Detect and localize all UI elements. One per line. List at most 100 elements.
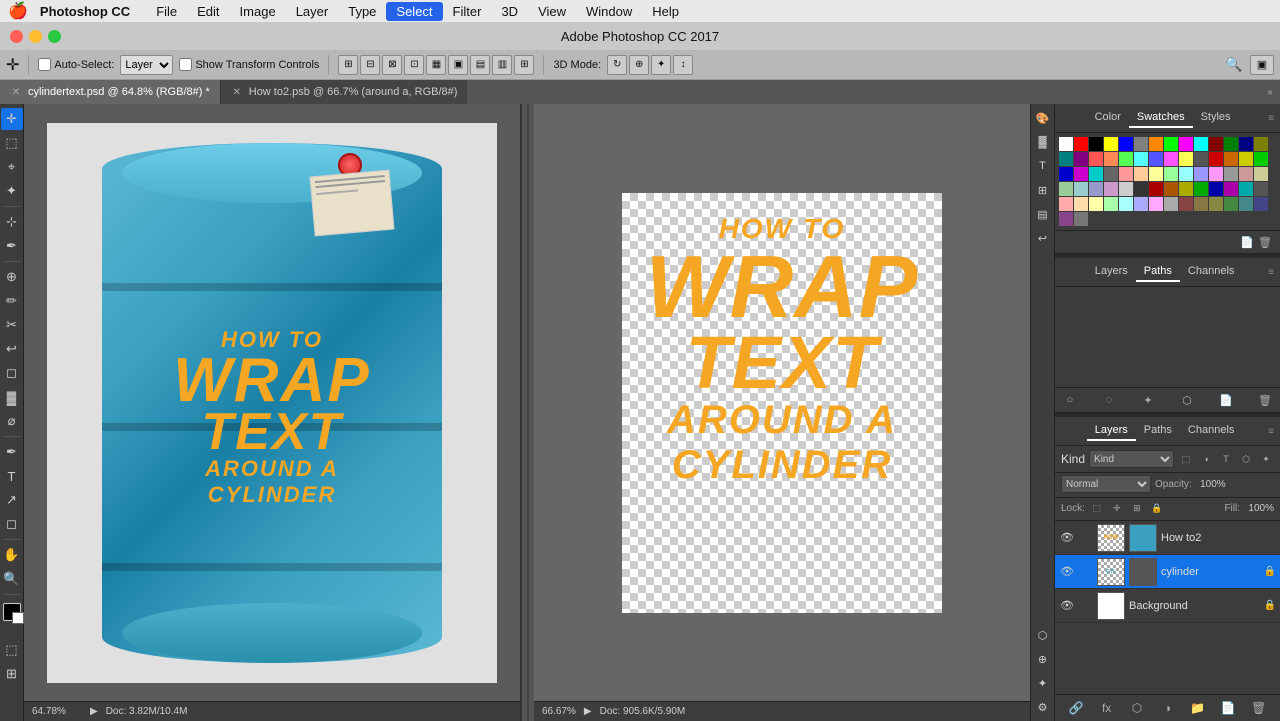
delete-layer-btn[interactable]: 🗑 xyxy=(1250,699,1268,717)
swatch-ff00ff[interactable] xyxy=(1179,137,1193,151)
path-selection-btn[interactable]: ✦ xyxy=(1139,391,1157,409)
menu-window[interactable]: Window xyxy=(576,2,642,21)
swatch-00cc00[interactable] xyxy=(1254,152,1268,166)
swatch-0000cc[interactable] xyxy=(1059,167,1073,181)
path-select-tool[interactable]: ↗ xyxy=(1,489,23,511)
menu-layer[interactable]: Layer xyxy=(286,2,339,21)
move-tool[interactable]: ✛ xyxy=(1,108,23,130)
canvas-left-arrow[interactable]: ▶ xyxy=(90,706,98,717)
paths-tab-layers[interactable]: Paths xyxy=(1136,421,1180,441)
layer-row-howto2[interactable]: 👁 HOW How to2 xyxy=(1055,521,1280,555)
menu-edit[interactable]: Edit xyxy=(187,2,229,21)
swatch-ffaaff[interactable] xyxy=(1149,197,1163,211)
layer-visibility-howto2[interactable]: 👁 xyxy=(1059,530,1075,546)
transform-controls-checkbox[interactable] xyxy=(179,58,192,71)
panel-history-icon[interactable]: ↩ xyxy=(1033,228,1053,248)
swatch-55ff55[interactable] xyxy=(1119,152,1133,166)
panel-color-icon[interactable]: 🎨 xyxy=(1033,108,1053,128)
swatch-aa0000[interactable] xyxy=(1149,182,1163,196)
gradient-tool[interactable]: ▓ xyxy=(1,386,23,408)
tab-cylindertext[interactable]: ✕ cylindertext.psd @ 64.8% (RGB/8#) * xyxy=(0,80,220,104)
swatch-cccc99[interactable] xyxy=(1254,167,1268,181)
menu-filter[interactable]: Filter xyxy=(443,2,492,21)
swatch-444488[interactable] xyxy=(1254,197,1268,211)
foreground-color[interactable] xyxy=(3,603,21,621)
layer-mask-btn[interactable]: ⬡ xyxy=(1128,699,1146,717)
channels-tab-paths[interactable]: Channels xyxy=(1180,262,1242,282)
swatch-884488[interactable] xyxy=(1059,212,1073,226)
distribute-h-btn[interactable]: ▤ xyxy=(470,55,490,75)
filter-smart-btn[interactable]: ✦ xyxy=(1258,451,1274,467)
panel-3d-icon[interactable]: ⬡ xyxy=(1033,625,1053,645)
swatch-ffff55[interactable] xyxy=(1179,152,1193,166)
3d-btn3[interactable]: ✦ xyxy=(651,55,671,75)
swatch-ff99ff[interactable] xyxy=(1209,167,1223,181)
swatch-ffffff[interactable] xyxy=(1059,137,1073,151)
lasso-tool[interactable]: ⌖ xyxy=(1,156,23,178)
swatch-9999ff[interactable] xyxy=(1194,167,1208,181)
swatch-9999cc[interactable] xyxy=(1089,182,1103,196)
swatches-tab[interactable]: Swatches xyxy=(1129,108,1193,128)
swatch-99ffff[interactable] xyxy=(1179,167,1193,181)
layers-tab-paths[interactable]: Layers xyxy=(1087,262,1136,282)
maximize-button[interactable] xyxy=(48,30,61,43)
swatch-000080[interactable] xyxy=(1239,137,1253,151)
swatch-99cccc[interactable] xyxy=(1074,182,1088,196)
new-path-btn[interactable]: 📄 xyxy=(1217,391,1235,409)
swatch-cc6600[interactable] xyxy=(1224,152,1238,166)
distribute-all-btn[interactable]: ⊞ xyxy=(514,55,534,75)
new-swatch-btn[interactable]: 📄 xyxy=(1238,233,1256,251)
lock-pos-btn[interactable]: ✛ xyxy=(1109,500,1125,516)
swatch-cc0000[interactable] xyxy=(1209,152,1223,166)
layer-row-background[interactable]: 👁 Background 🔒 xyxy=(1055,589,1280,623)
paths-tab[interactable]: Paths xyxy=(1136,262,1180,282)
panel-layers-icon[interactable]: ▤ xyxy=(1033,204,1053,224)
panel-cc-icon[interactable]: ✦ xyxy=(1033,673,1053,693)
swatch-777777[interactable] xyxy=(1074,212,1088,226)
swatch-999999[interactable] xyxy=(1224,167,1238,181)
menu-view[interactable]: View xyxy=(528,2,576,21)
swatch-887744[interactable] xyxy=(1194,197,1208,211)
hand-tool[interactable]: ✋ xyxy=(1,544,23,566)
align-middle-v-btn[interactable]: ▦ xyxy=(426,55,446,75)
layers-tab[interactable]: Layers xyxy=(1087,421,1136,441)
swatch-0000ff[interactable] xyxy=(1119,137,1133,151)
swatch-000000[interactable] xyxy=(1089,137,1103,151)
menu-help[interactable]: Help xyxy=(642,2,689,21)
link-layers-btn[interactable]: 🔗 xyxy=(1067,699,1085,717)
swatch-ffcc99[interactable] xyxy=(1134,167,1148,181)
menu-image[interactable]: Image xyxy=(230,2,286,21)
swatch-0000aa[interactable] xyxy=(1209,182,1223,196)
swatch-008080[interactable] xyxy=(1059,152,1073,166)
swatch-800000[interactable] xyxy=(1209,137,1223,151)
layers-expand-btn[interactable]: ≡ xyxy=(1268,426,1274,437)
swatch-448888[interactable] xyxy=(1239,197,1253,211)
delete-path-btn[interactable]: 🗑 xyxy=(1256,391,1274,409)
crop-tool[interactable]: ⊹ xyxy=(1,211,23,233)
distribute-v-btn[interactable]: ▥ xyxy=(492,55,512,75)
swatch-ffddaa[interactable] xyxy=(1074,197,1088,211)
panel-type-icon[interactable]: T xyxy=(1033,156,1053,176)
quick-select-tool[interactable]: ✦ xyxy=(1,180,23,202)
swatch-99ff99[interactable] xyxy=(1164,167,1178,181)
swatch-ff55ff[interactable] xyxy=(1164,152,1178,166)
spot-heal-tool[interactable]: ⊕ xyxy=(1,266,23,288)
eyedropper-tool[interactable]: ✒ xyxy=(1,235,23,257)
search-icon[interactable]: 🔍 xyxy=(1224,55,1244,75)
swatch-aa00aa[interactable] xyxy=(1224,182,1238,196)
swatch-cccccc[interactable] xyxy=(1119,182,1133,196)
panel-props-icon[interactable]: ⊕ xyxy=(1033,649,1053,669)
canvas-right-arrow[interactable]: ▶ xyxy=(584,706,592,717)
swatch-00cccc[interactable] xyxy=(1089,167,1103,181)
swatch-008000[interactable] xyxy=(1224,137,1238,151)
paths-expand-btn[interactable]: ≡ xyxy=(1268,267,1274,278)
align-left-btn[interactable]: ⊞ xyxy=(338,55,358,75)
swatch-00ff00[interactable] xyxy=(1164,137,1178,151)
text-tool[interactable]: T xyxy=(1,465,23,487)
layer-fx-btn[interactable]: fx xyxy=(1098,699,1116,717)
swatch-ffffaa[interactable] xyxy=(1089,197,1103,211)
filter-adj-btn[interactable]: ◑ xyxy=(1198,451,1214,467)
swatch-555555[interactable] xyxy=(1194,152,1208,166)
styles-tab[interactable]: Styles xyxy=(1193,108,1239,128)
layer-select[interactable]: Layer Group xyxy=(120,55,173,75)
